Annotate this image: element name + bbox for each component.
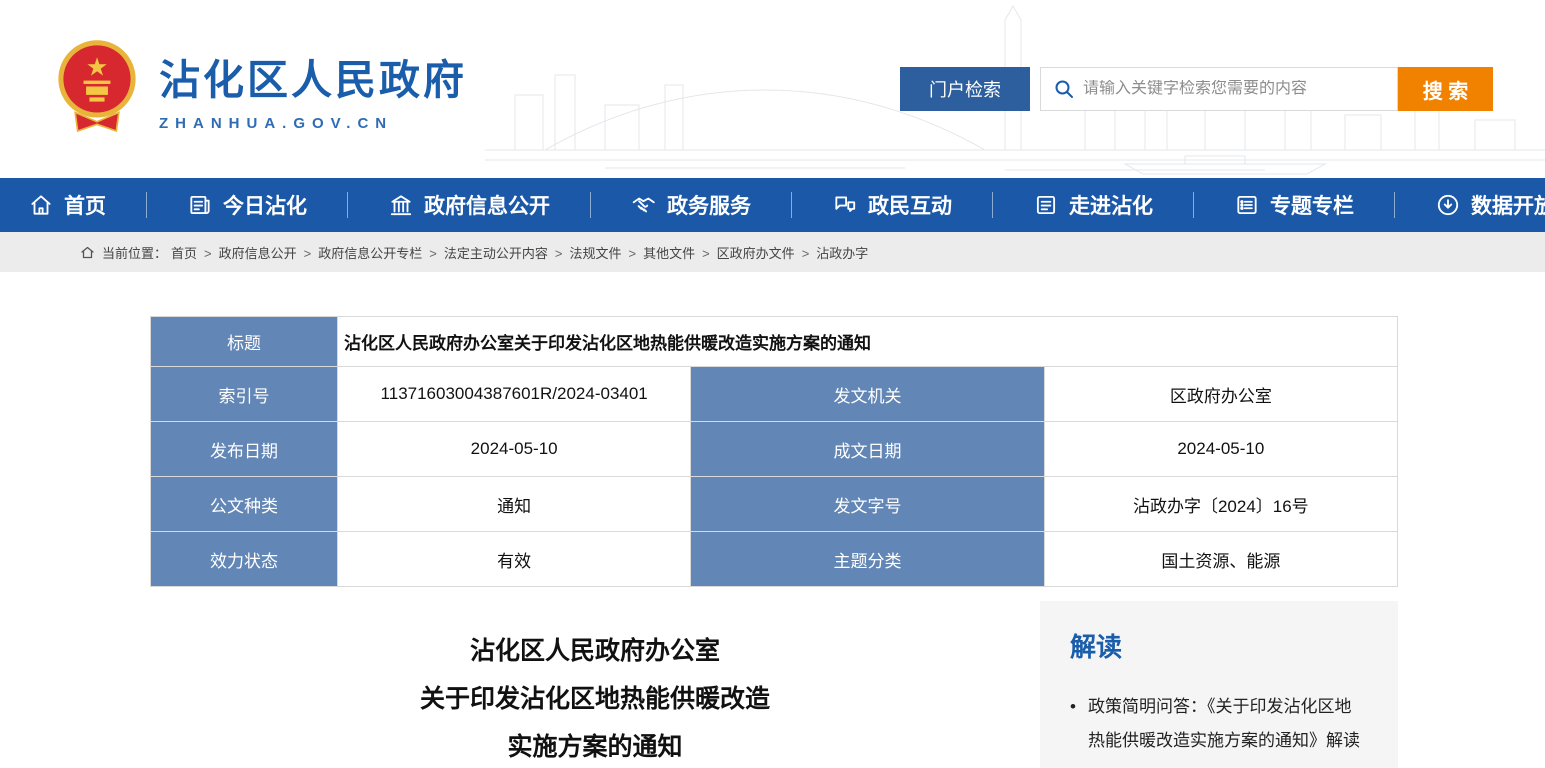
table-row: 公文种类 通知 发文字号 沾政办字〔2024〕16号: [151, 477, 1398, 532]
interpretation-heading: 解读: [1070, 627, 1368, 664]
document-icon: [1033, 192, 1059, 218]
meta-label-written-date: 成文日期: [691, 422, 1044, 477]
content-row: 沾化区人民政府办公室 关于印发沾化区地热能供暖改造 实施方案的通知 解读 • 政…: [150, 601, 1398, 768]
meta-value-written-date: 2024-05-10: [1044, 422, 1397, 477]
nav-divider: [992, 192, 993, 218]
breadcrumb-item[interactable]: 法规文件: [569, 243, 643, 262]
nav-item-about[interactable]: 走进沾化: [1033, 190, 1153, 220]
interpretation-link-text: 政策简明问答：《关于印发沾化区地热能供暖改造实施方案的通知》解读: [1088, 690, 1368, 758]
interpretation-link[interactable]: • 政策简明问答：《关于印发沾化区地热能供暖改造实施方案的通知》解读: [1070, 690, 1368, 758]
nav-item-services[interactable]: 政务服务: [631, 190, 751, 220]
nav-divider: [1193, 192, 1194, 218]
breadcrumb-item[interactable]: 法定主动公开内容: [444, 243, 570, 262]
meta-label-theme: 主题分类: [691, 532, 1044, 587]
chat-icon: [832, 192, 858, 218]
nav-label: 专题专栏: [1270, 190, 1354, 220]
search-icon: [1053, 78, 1075, 100]
meta-label-validity: 效力状态: [151, 532, 338, 587]
nav-item-topics[interactable]: 专题专栏: [1234, 190, 1354, 220]
news-icon: [187, 192, 213, 218]
search-box: [1040, 67, 1398, 111]
main-nav: 首页 今日沾化 政府信息公开 政务服务 政民互动 走进沾化: [0, 178, 1545, 232]
site-name: 沾化区人民政府: [159, 46, 467, 106]
nav-item-home[interactable]: 首页: [28, 190, 106, 220]
search-area: 门户检索 搜 索: [900, 67, 1493, 111]
nav-label: 政府信息公开: [424, 190, 550, 220]
table-row: 标题 沾化区人民政府办公室关于印发沾化区地热能供暖改造实施方案的通知: [151, 317, 1398, 367]
breadcrumb-item[interactable]: 沾政办字: [816, 243, 868, 262]
list-icon: [1234, 192, 1260, 218]
nav-divider: [791, 192, 792, 218]
nav-label: 走进沾化: [1069, 190, 1153, 220]
meta-label-doc-number: 发文字号: [691, 477, 1044, 532]
bullet-icon: •: [1070, 690, 1076, 758]
nav-divider: [1394, 192, 1395, 218]
breadcrumb-item[interactable]: 其他文件: [643, 243, 717, 262]
nav-label: 政民互动: [868, 190, 952, 220]
meta-value-doc-type: 通知: [338, 477, 691, 532]
interpretation-panel: 解读 • 政策简明问答：《关于印发沾化区地热能供暖改造实施方案的通知》解读: [1040, 601, 1398, 768]
search-button[interactable]: 搜 索: [1398, 67, 1493, 111]
table-row: 发布日期 2024-05-10 成文日期 2024-05-10: [151, 422, 1398, 477]
site-domain: ZHANHUA.GOV.CN: [159, 115, 467, 132]
nav-label: 数据开放: [1471, 190, 1545, 220]
handshake-icon: [631, 192, 657, 218]
site-logo-link[interactable]: ★ 沾化区人民政府 ZHANHUA.GOV.CN: [55, 33, 467, 145]
breadcrumb-item[interactable]: 政府信息公开: [219, 243, 319, 262]
breadcrumb-item[interactable]: 政府信息公开专栏: [318, 243, 444, 262]
meta-value-title: 沾化区人民政府办公室关于印发沾化区地热能供暖改造实施方案的通知: [338, 317, 1398, 367]
nav-item-today[interactable]: 今日沾化: [187, 190, 307, 220]
nav-item-open-data[interactable]: 数据开放: [1435, 190, 1545, 220]
header-inner: ★ 沾化区人民政府 ZHANHUA.GOV.CN 门户检索: [0, 0, 1545, 178]
document-meta-table: 标题 沾化区人民政府办公室关于印发沾化区地热能供暖改造实施方案的通知 索引号 1…: [150, 316, 1398, 587]
breadcrumb-prefix: 当前位置：: [102, 243, 167, 262]
meta-value-validity: 有效: [338, 532, 691, 587]
site-header: ★ 沾化区人民政府 ZHANHUA.GOV.CN 门户检索: [0, 0, 1545, 178]
article-title-line: 关于印发沾化区地热能供暖改造: [150, 675, 1040, 723]
nav-divider: [347, 192, 348, 218]
meta-value-issuing-org: 区政府办公室: [1044, 367, 1397, 422]
cloud-download-icon: [1435, 192, 1461, 218]
meta-value-publish-date: 2024-05-10: [338, 422, 691, 477]
gov-building-icon: [388, 192, 414, 218]
article: 沾化区人民政府办公室 关于印发沾化区地热能供暖改造 实施方案的通知: [150, 601, 1040, 768]
article-title-line: 沾化区人民政府办公室: [150, 627, 1040, 675]
nav-divider: [590, 192, 591, 218]
meta-label-index-no: 索引号: [151, 367, 338, 422]
nav-item-interaction[interactable]: 政民互动: [832, 190, 952, 220]
article-title-line: 实施方案的通知: [150, 723, 1040, 768]
home-icon: [28, 192, 54, 218]
breadcrumb: 当前位置： 首页 政府信息公开 政府信息公开专栏 法定主动公开内容 法规文件 其…: [0, 232, 1545, 272]
main-content: 标题 沾化区人民政府办公室关于印发沾化区地热能供暖改造实施方案的通知 索引号 1…: [0, 272, 1545, 768]
meta-label-doc-type: 公文种类: [151, 477, 338, 532]
meta-label-issuing-org: 发文机关: [691, 367, 1044, 422]
meta-value-index-no: 11371603004387601R/2024-03401: [338, 367, 691, 422]
nav-divider: [146, 192, 147, 218]
meta-value-doc-number: 沾政办字〔2024〕16号: [1044, 477, 1397, 532]
breadcrumb-item[interactable]: 首页: [171, 243, 219, 262]
nav-label: 首页: [64, 190, 106, 220]
search-input[interactable]: [1083, 80, 1385, 98]
meta-value-theme: 国土资源、能源: [1044, 532, 1397, 587]
breadcrumb-home-icon: [80, 245, 95, 260]
nav-label: 政务服务: [667, 190, 751, 220]
brand-text: 沾化区人民政府 ZHANHUA.GOV.CN: [159, 46, 467, 132]
breadcrumb-item[interactable]: 区政府办文件: [717, 243, 817, 262]
table-row: 效力状态 有效 主题分类 国土资源、能源: [151, 532, 1398, 587]
meta-label-publish-date: 发布日期: [151, 422, 338, 477]
table-row: 索引号 11371603004387601R/2024-03401 发文机关 区…: [151, 367, 1398, 422]
portal-search-button[interactable]: 门户检索: [900, 67, 1030, 111]
svg-text:★: ★: [86, 54, 109, 82]
national-emblem-logo: ★: [55, 33, 139, 145]
nav-label: 今日沾化: [223, 190, 307, 220]
nav-item-gov-info[interactable]: 政府信息公开: [388, 190, 550, 220]
meta-label-title: 标题: [151, 317, 338, 367]
